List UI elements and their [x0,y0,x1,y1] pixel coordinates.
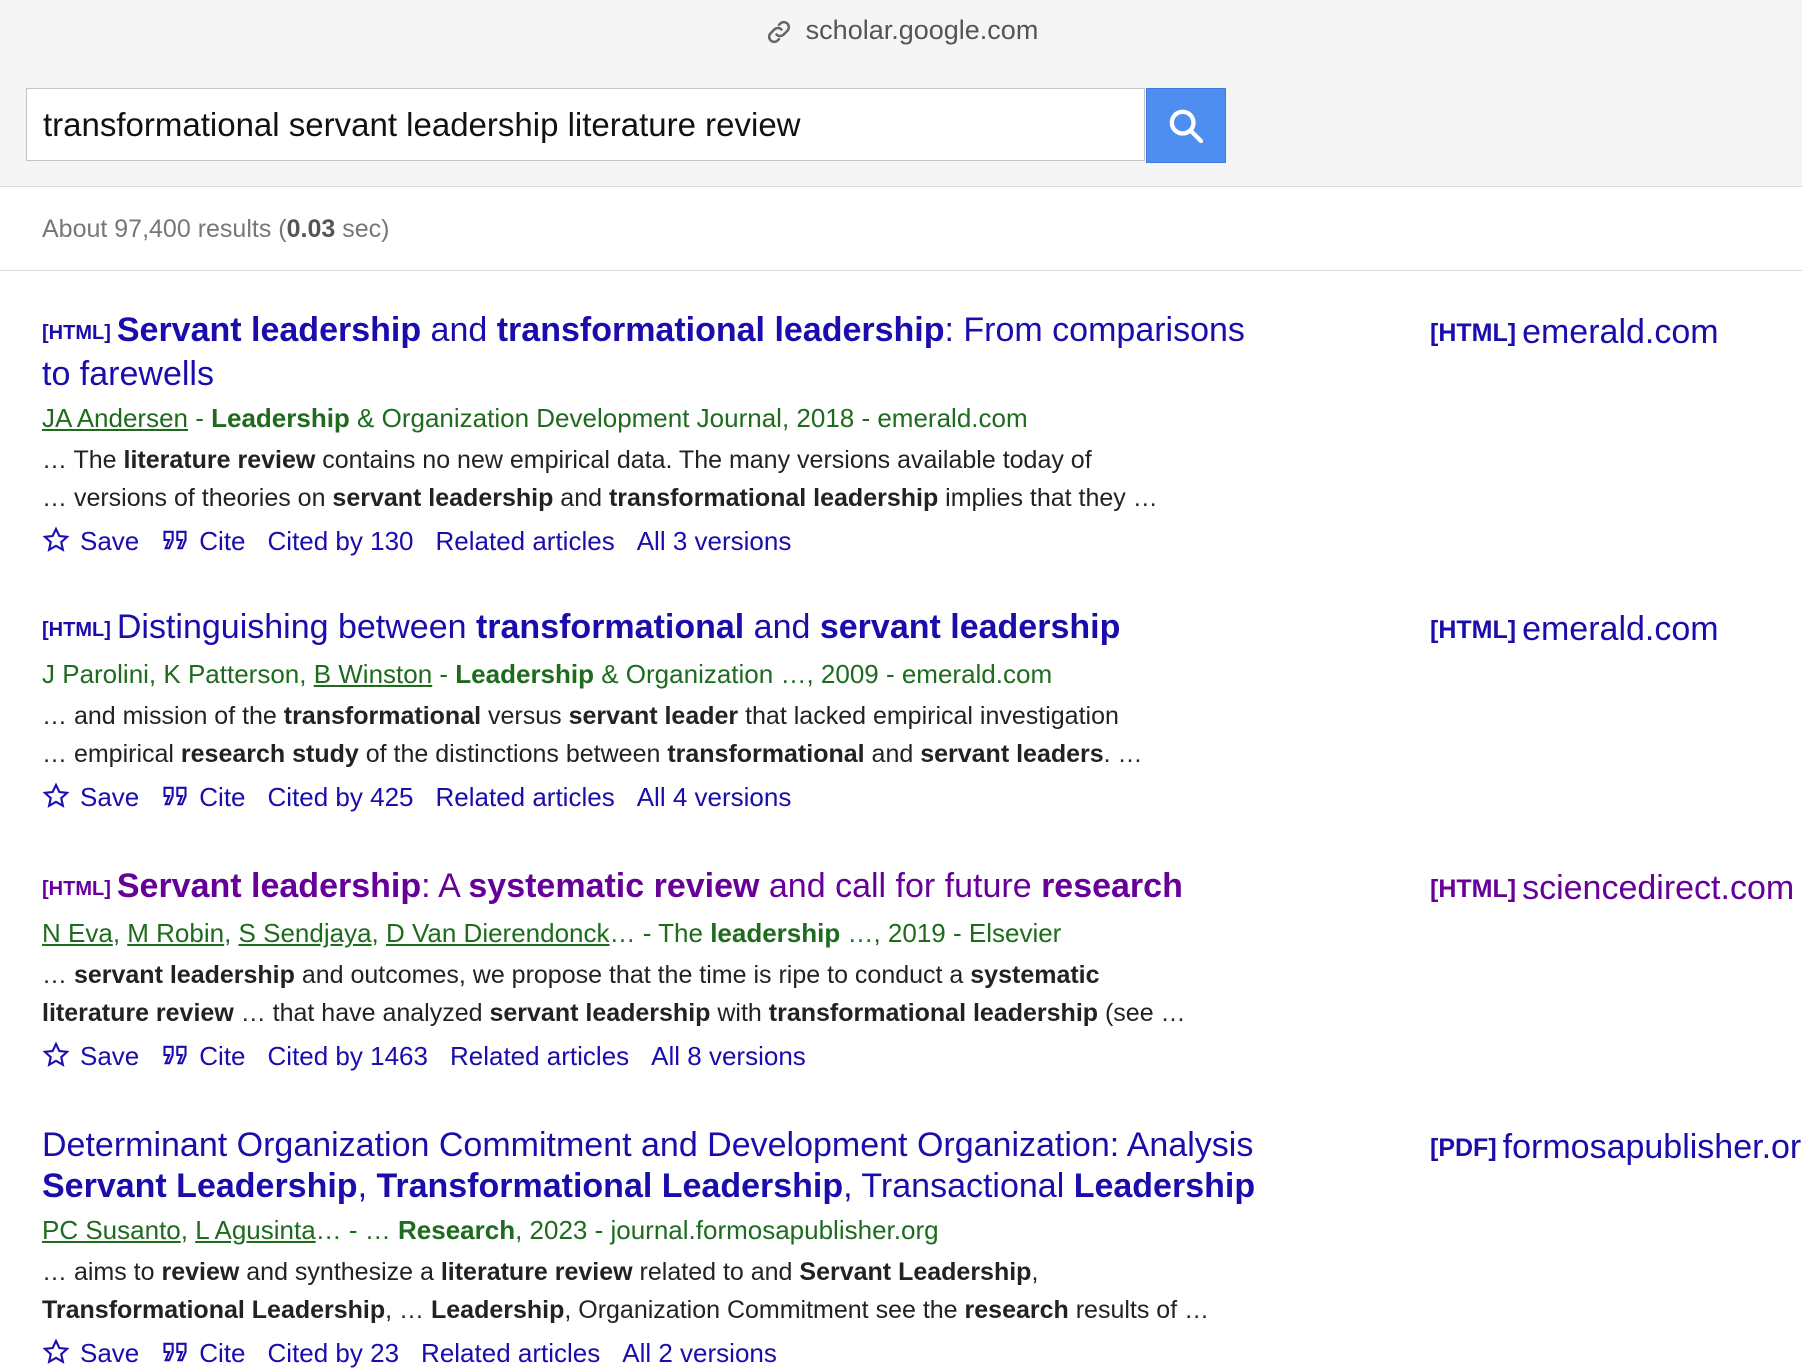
versions-link[interactable]: All 4 versions [637,779,792,815]
author-link[interactable]: L Agusinta [195,1215,315,1245]
save-button[interactable]: Save [42,1335,139,1371]
cited-by-link[interactable]: Cited by 23 [268,1335,400,1371]
author-link[interactable]: N Eva [42,918,113,948]
result-actions: Save Cite Cited by 23 Related articles All 2… [42,1335,1282,1371]
author-link[interactable]: B Winston [314,659,433,689]
result-item: [HTML] Distinguishing between transformat… [42,607,1282,815]
versions-link[interactable]: All 8 versions [651,1038,806,1074]
search-icon [1169,109,1204,143]
cited-by-link[interactable]: Cited by 130 [268,523,414,559]
cite-button[interactable]: Cite [161,779,246,815]
quote-icon [163,786,187,806]
result-actions: Save Cite Cited by 425 Related articles All … [42,779,1282,815]
result-snippet: … The literature review contains no new … [42,446,1158,512]
author-link[interactable]: S Sendjaya [239,918,372,948]
result-title[interactable]: [HTML] Servant leadership and transformat… [42,310,1282,395]
results-stats: About 97,400 results (0.03 sec) [42,215,390,243]
save-button[interactable]: Save [42,1038,139,1074]
cite-button[interactable]: Cite [161,1038,246,1074]
format-tag: [HTML] [42,322,111,344]
author-link[interactable]: JA Andersen [42,403,188,433]
cite-button[interactable]: Cite [161,523,246,559]
result-snippet: … and mission of the transformational ve… [42,702,1143,768]
side-link[interactable]: [HTML] emerald.com [1430,609,1719,651]
star-icon [42,1041,70,1067]
related-articles-link[interactable]: Related articles [436,779,615,815]
result-meta: N Eva, M Robin, S Sendjaya, D Van Dieren… [42,918,1062,948]
format-tag: [HTML] [42,878,111,900]
result-snippet: … aims to review and synthesize a litera… [42,1258,1210,1324]
author-link[interactable]: PC Susanto [42,1215,181,1245]
save-button[interactable]: Save [42,523,139,559]
link-icon [767,20,790,43]
author-link[interactable]: D Van Dierendonck [386,918,610,948]
result-title[interactable]: [HTML] Servant leadership: A systematic r… [42,866,1282,910]
author-link[interactable]: M Robin [127,918,224,948]
result-item: Determinant Organization Commitment and … [42,1125,1282,1371]
quote-icon [163,1342,187,1362]
url-text: scholar.google.com [805,15,1039,45]
search-header: scholar.google.com [0,0,1802,187]
result-item: [HTML] Servant leadership: A systematic r… [42,866,1282,1074]
result-meta: JA Andersen - Leadership & Organization … [42,403,1028,433]
format-tag: [HTML] [42,619,111,641]
versions-link[interactable]: All 3 versions [637,523,792,559]
related-articles-link[interactable]: Related articles [450,1038,629,1074]
url-bar[interactable]: scholar.google.com [0,10,1802,50]
divider [0,270,1802,271]
result-actions: Save Cite Cited by 130 Related articles All … [42,523,1282,559]
versions-link[interactable]: All 2 versions [622,1335,777,1371]
result-item: [HTML] Servant leadership and transformat… [42,310,1282,559]
cited-by-link[interactable]: Cited by 1463 [268,1038,428,1074]
search-button[interactable] [1146,88,1226,163]
search-box [26,88,1145,161]
cited-by-link[interactable]: Cited by 425 [268,779,414,815]
result-snippet: … servant leadership and outcomes, we pr… [42,961,1186,1027]
result-title[interactable]: [HTML] Distinguishing between transformat… [42,607,1282,651]
related-articles-link[interactable]: Related articles [436,523,615,559]
search-input[interactable] [27,89,1144,160]
star-icon [42,1338,70,1364]
quote-icon [163,1045,187,1065]
star-icon [42,782,70,808]
quote-icon [163,530,187,550]
result-actions: Save Cite Cited by 1463 Related articles All… [42,1038,1282,1074]
side-link[interactable]: [HTML] sciencedirect.com [1430,868,1794,910]
related-articles-link[interactable]: Related articles [421,1335,600,1371]
result-title[interactable]: Determinant Organization Commitment and … [42,1125,1282,1207]
result-meta: PC Susanto, L Agusinta… - … Research, 20… [42,1215,939,1245]
save-button[interactable]: Save [42,779,139,815]
star-icon [42,526,70,552]
cite-button[interactable]: Cite [161,1335,246,1371]
side-link[interactable]: [HTML] emerald.com [1430,312,1719,354]
side-link[interactable]: [PDF] formosapublisher.org [1430,1127,1802,1169]
result-meta: J Parolini, K Patterson, B Winston - Lea… [42,659,1053,689]
